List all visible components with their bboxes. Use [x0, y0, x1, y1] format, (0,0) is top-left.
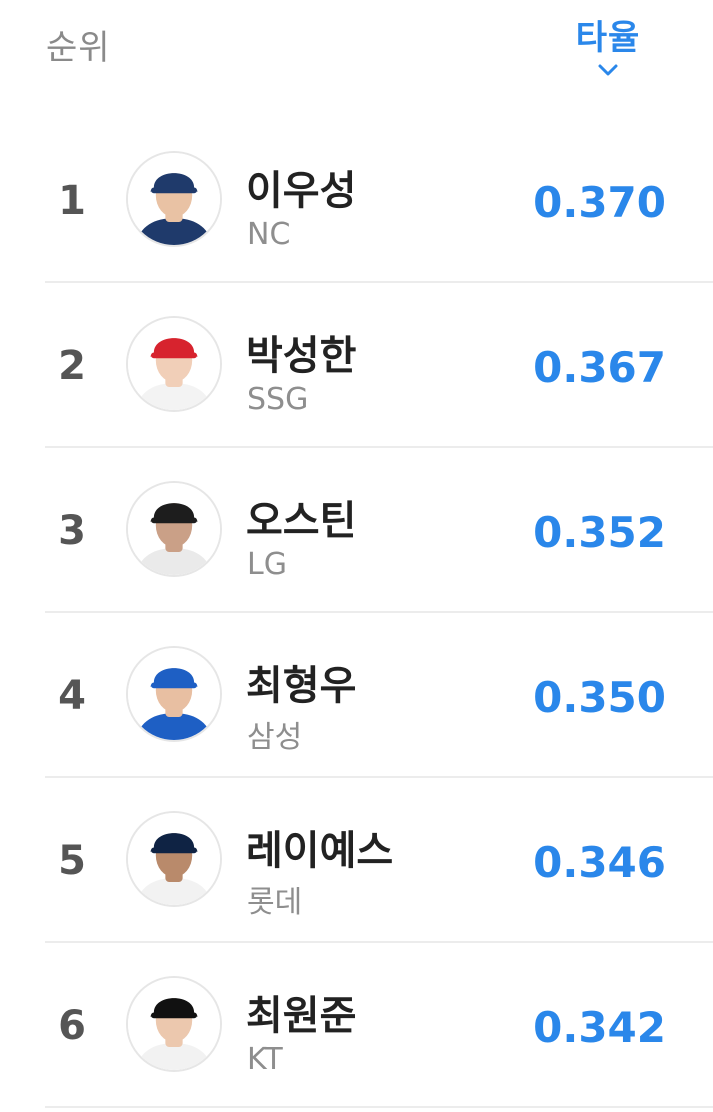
player-batting-average: 0.352	[533, 508, 666, 557]
player-rank: 2	[58, 343, 86, 389]
player-rank: 3	[58, 508, 86, 554]
player-name: 최원준	[246, 993, 357, 1039]
player-photo-icon	[128, 483, 220, 575]
player-team: NC	[247, 217, 291, 252]
player-row-4[interactable]: 4 최형우 삼성 0.350	[0, 613, 713, 778]
player-photo-icon	[128, 153, 220, 245]
ranking-header: 순위 타율	[0, 0, 713, 110]
player-name: 최형우	[246, 663, 357, 709]
player-photo-icon	[128, 318, 220, 410]
player-avatar	[126, 976, 222, 1072]
player-name: 이우성	[246, 168, 357, 214]
player-row-2[interactable]: 2 박성한 SSG 0.367	[0, 283, 713, 448]
player-name: 박성한	[246, 333, 357, 379]
player-rank: 1	[58, 178, 86, 224]
sort-by-batting-average-button[interactable]: 타율	[560, 10, 656, 90]
player-photo-icon	[128, 813, 220, 905]
player-name: 레이예스	[246, 828, 394, 874]
player-team: KT	[247, 1042, 283, 1077]
player-row-6[interactable]: 6 최원준 KT 0.342	[0, 943, 713, 1108]
player-name: 오스틴	[246, 498, 357, 544]
player-photo-icon	[128, 648, 220, 740]
player-rank: 5	[58, 838, 86, 884]
player-batting-average: 0.346	[533, 838, 666, 887]
player-batting-average: 0.367	[533, 343, 666, 392]
player-batting-average: 0.370	[533, 178, 666, 227]
batting-average-ranking: 순위 타율 1 이우성 NC 0.370 2 박성한 SSG 0.367 3 오…	[0, 0, 713, 1112]
player-row-3[interactable]: 3 오스틴 LG 0.352	[0, 448, 713, 613]
player-team: LG	[247, 547, 287, 582]
player-avatar	[126, 151, 222, 247]
player-batting-average: 0.350	[533, 673, 666, 722]
player-avatar	[126, 811, 222, 907]
player-team: 삼성	[247, 720, 303, 755]
player-avatar	[126, 646, 222, 742]
row-divider	[45, 1106, 713, 1108]
player-avatar	[126, 316, 222, 412]
player-rank: 4	[58, 673, 86, 719]
rank-column-header: 순위	[46, 28, 111, 68]
chevron-down-icon	[598, 64, 618, 76]
player-avatar	[126, 481, 222, 577]
player-rank: 6	[58, 1003, 86, 1049]
player-team: SSG	[247, 382, 309, 417]
player-photo-icon	[128, 978, 220, 1070]
player-row-1[interactable]: 1 이우성 NC 0.370	[0, 118, 713, 283]
player-batting-average: 0.342	[533, 1003, 666, 1052]
sort-column-label: 타율	[575, 18, 641, 58]
player-row-5[interactable]: 5 레이예스 롯데 0.346	[0, 778, 713, 943]
player-team: 롯데	[247, 885, 303, 920]
player-list: 1 이우성 NC 0.370 2 박성한 SSG 0.367 3 오스틴 LG …	[0, 118, 713, 1108]
